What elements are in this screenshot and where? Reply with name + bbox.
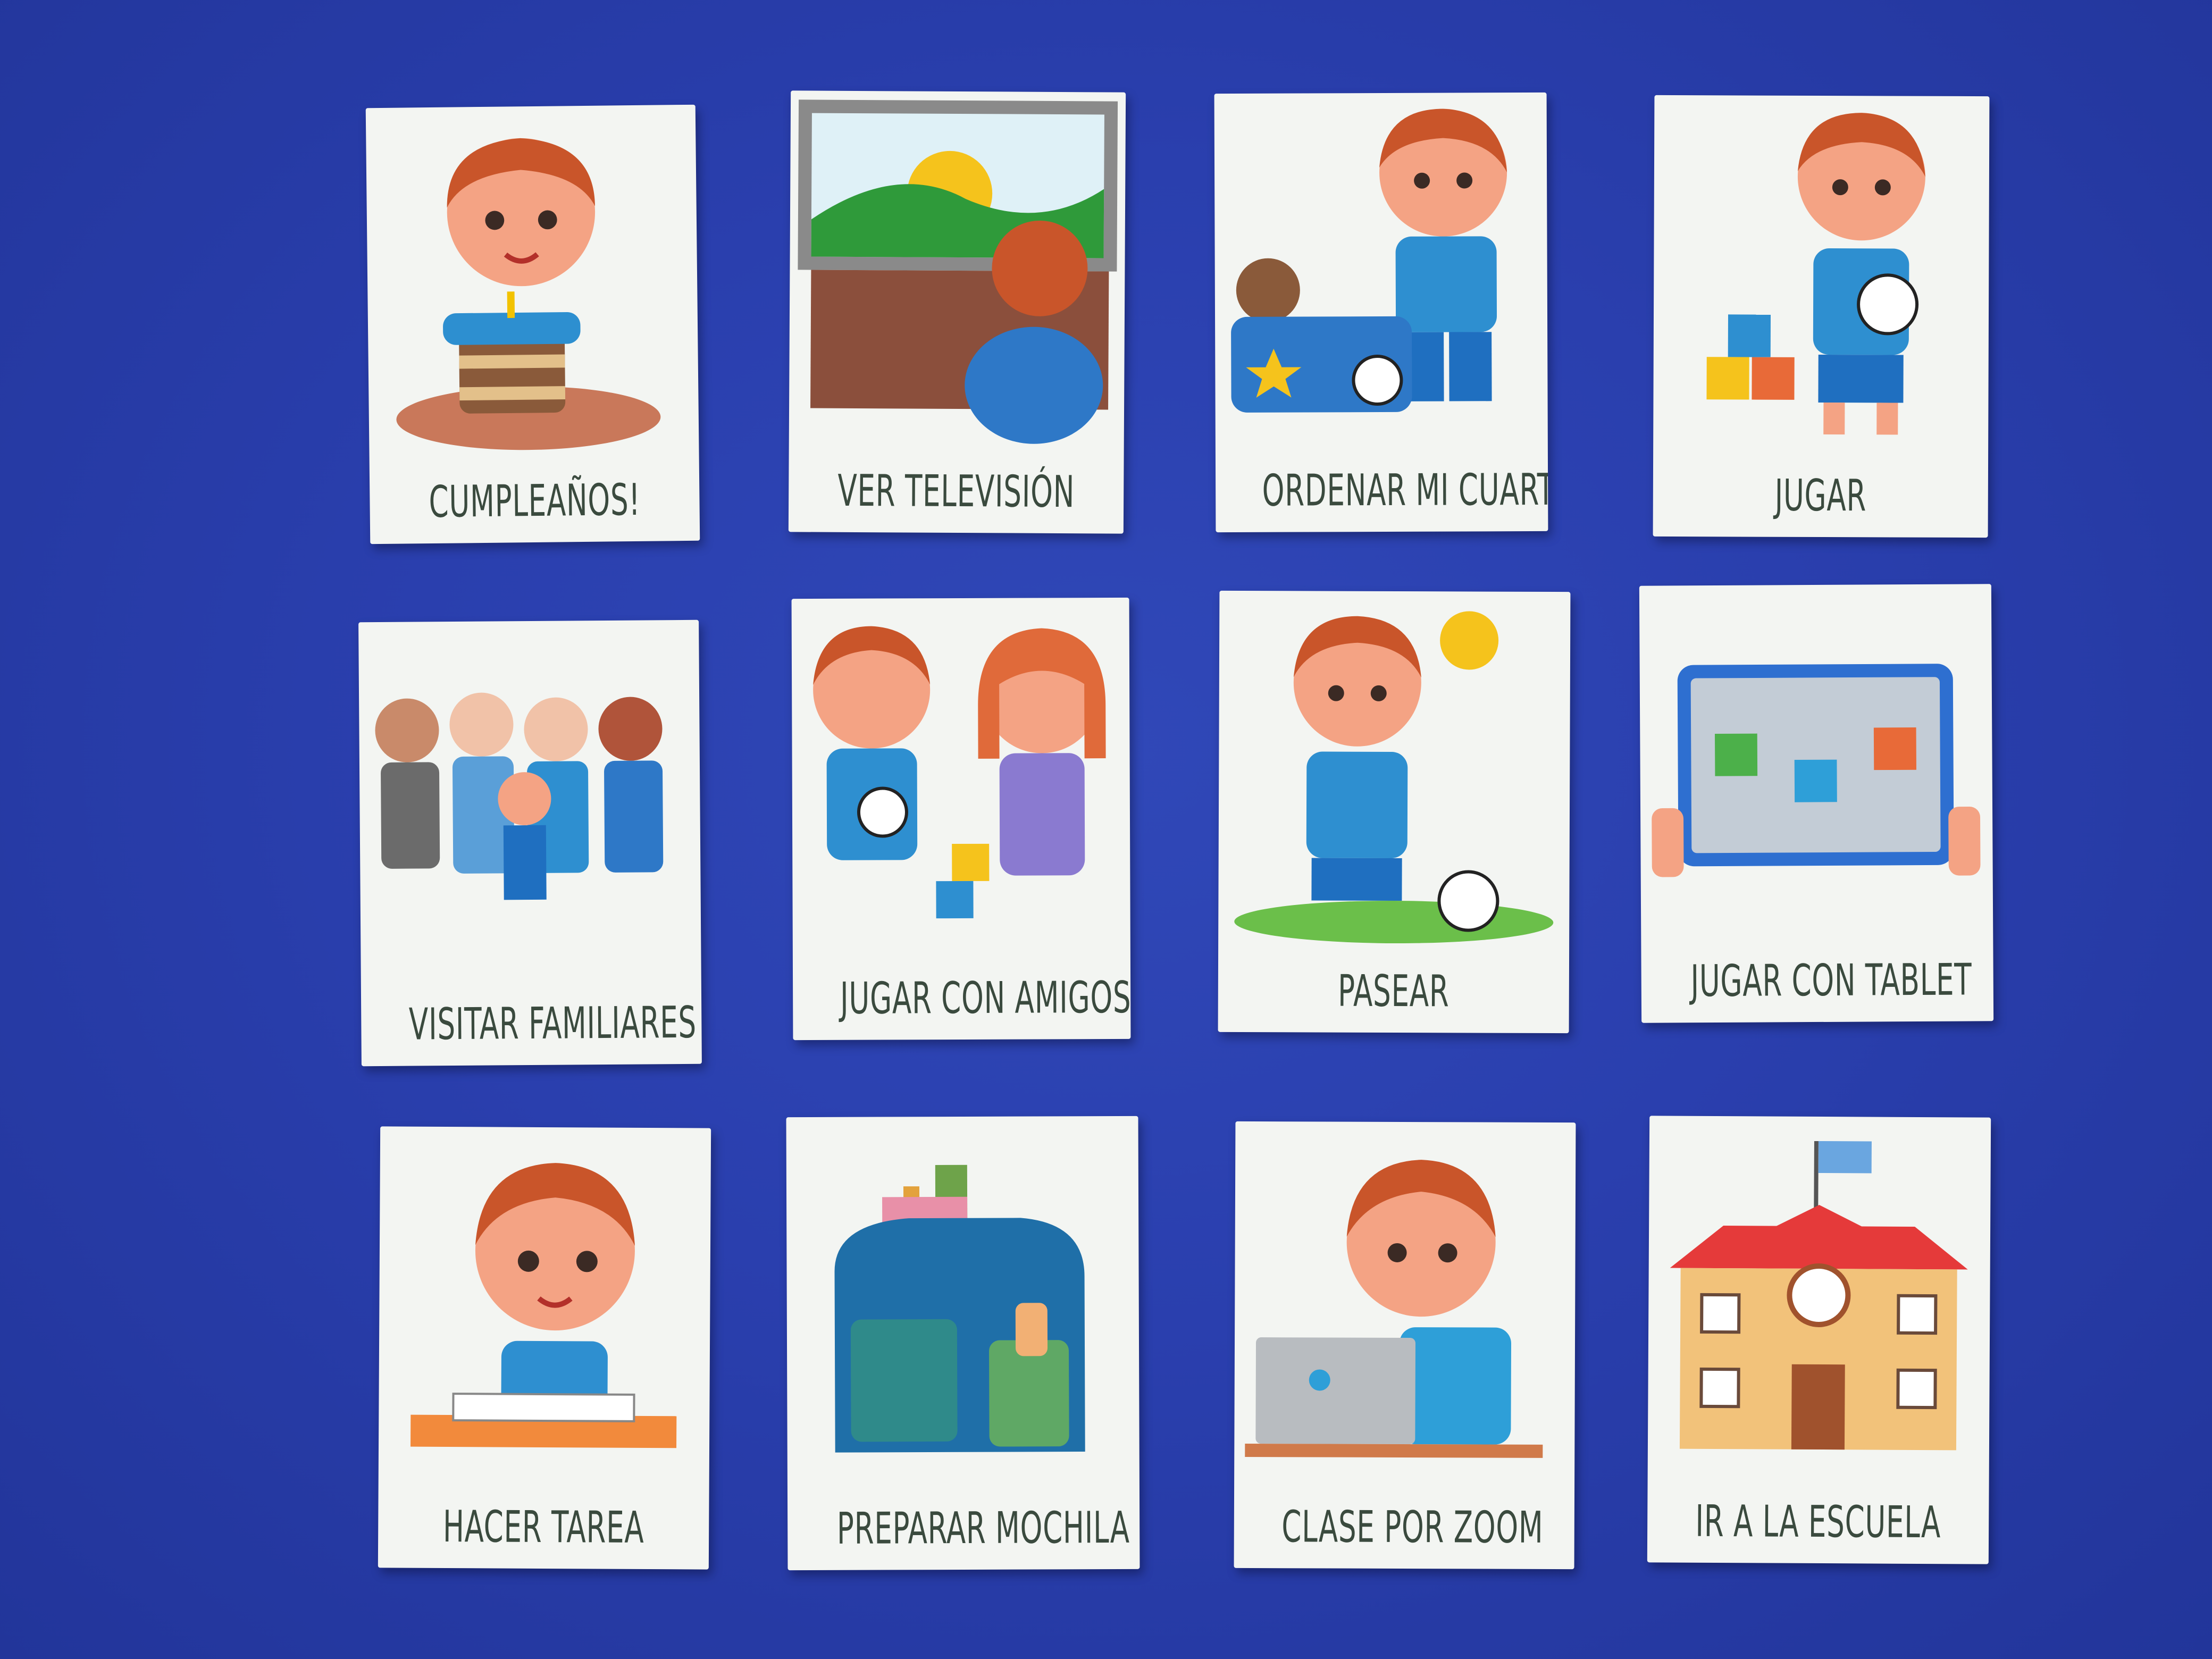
family-icon <box>375 692 664 900</box>
card-cumpleanos: Cumpleaños! <box>365 104 700 544</box>
card-label: Clase por ZOOM <box>1281 1502 1544 1553</box>
boy-homework-icon <box>410 1163 677 1448</box>
card-jugar-con-tablet: Jugar con tablet <box>1639 584 1994 1023</box>
card-label: Jugar <box>1774 470 1867 522</box>
card-label: Cumpleaños! <box>429 474 641 528</box>
school-building-icon <box>1670 1141 1968 1451</box>
boy-ball-blocks-icon <box>1706 113 1925 435</box>
laptop-class-icon <box>1245 1160 1543 1458</box>
card-ir-a-la-escuela: Ir a la escuela <box>1647 1116 1991 1564</box>
toy-box-icon <box>1231 108 1507 413</box>
card-label: Hacer tarea <box>442 1502 644 1553</box>
card-jugar-con-amigos: Jugar con amigos <box>791 597 1131 1041</box>
kids-playing-icon <box>813 626 1106 919</box>
card-label: Jugar con tablet <box>1690 954 1972 1007</box>
card-ordenar-mi-cuarto: Ordenar mi cuarto <box>1214 92 1548 533</box>
card-label: Visitar familiares <box>408 997 697 1050</box>
birthday-cake-boy-icon <box>396 138 661 450</box>
boy-outdoor-sun-icon <box>1234 611 1554 944</box>
card-label: Ordenar mi cuarto <box>1262 464 1548 516</box>
card-visitar-familiares: Visitar familiares <box>358 619 702 1067</box>
card-hacer-tarea: Hacer tarea <box>378 1126 711 1570</box>
backpack-icon <box>834 1164 1085 1453</box>
card-label: Pasear <box>1337 966 1449 1017</box>
card-clase-por-zoom: Clase por ZOOM <box>1234 1121 1576 1570</box>
card-label: Preparar mochila <box>836 1502 1130 1554</box>
tv-watching-icon <box>798 99 1118 444</box>
card-pasear: Pasear <box>1218 590 1571 1034</box>
card-label: Ver televisión <box>837 465 1075 518</box>
card-preparar-mochila: Preparar mochila <box>786 1116 1140 1571</box>
card-label: Jugar con amigos <box>840 972 1131 1024</box>
card-ver-television: Ver televisión <box>788 90 1126 534</box>
card-jugar: Jugar <box>1653 95 1990 538</box>
tablet-icon <box>1652 664 1981 877</box>
card-label: Ir a la escuela <box>1695 1496 1941 1548</box>
